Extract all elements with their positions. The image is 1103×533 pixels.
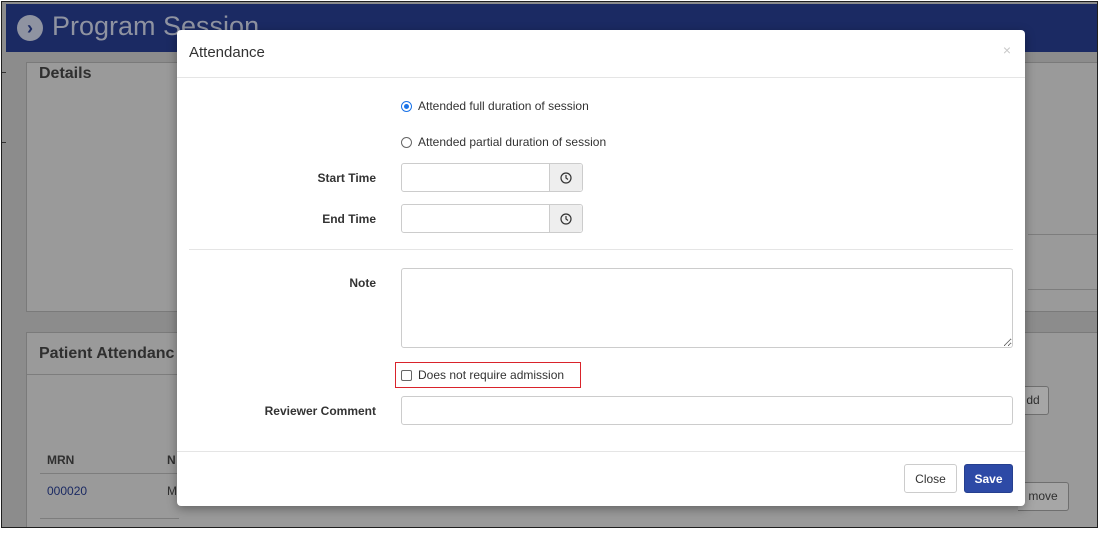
- table-header-line: [40, 473, 179, 474]
- add-button-label: dd: [1026, 393, 1040, 407]
- no-admission-label: Does not require admission: [418, 368, 565, 382]
- save-button[interactable]: Save: [964, 464, 1013, 493]
- details-divider: [1028, 234, 1097, 235]
- radio-attended-partial-label: Attended partial duration of session: [418, 135, 607, 149]
- left-tick-1: [2, 72, 6, 73]
- remove-button-label: move: [1028, 489, 1058, 503]
- end-time-group: [401, 204, 583, 233]
- column-header-name: N: [167, 453, 176, 467]
- close-button[interactable]: Close: [904, 464, 957, 493]
- no-admission-checkbox[interactable]: [401, 369, 412, 381]
- end-time-input[interactable]: [402, 205, 549, 232]
- radio-attended-full[interactable]: Attended full duration of session: [401, 99, 589, 113]
- radio-button-full[interactable]: [401, 100, 412, 112]
- modal-title: Attendance: [189, 44, 265, 61]
- left-tick-2: [2, 142, 6, 143]
- radio-button-partial[interactable]: [401, 136, 412, 148]
- table-row-mrn-link[interactable]: 000020: [47, 484, 87, 498]
- column-header-mrn: MRN: [47, 453, 75, 467]
- start-time-input[interactable]: [402, 164, 549, 191]
- patient-attendance-heading: Patient Attendanc: [39, 345, 175, 362]
- details-heading: Details: [39, 65, 92, 82]
- modal-footer-divider: [177, 451, 1025, 452]
- modal-header: Attendance ×: [177, 30, 1025, 78]
- remove-button[interactable]: move: [1018, 482, 1069, 511]
- no-admission-checkbox-row[interactable]: Does not require admission: [401, 368, 564, 382]
- clock-icon[interactable]: [549, 205, 582, 232]
- radio-attended-partial[interactable]: Attended partial duration of session: [401, 135, 606, 149]
- table-row-name: M: [167, 484, 177, 498]
- chevron-right-circle-icon: ›: [17, 15, 43, 41]
- table-row-line: [40, 518, 179, 519]
- close-icon[interactable]: ×: [1003, 42, 1011, 58]
- reviewer-comment-input[interactable]: [401, 396, 1013, 425]
- end-time-label: End Time: [322, 212, 376, 226]
- attendance-modal: Attendance × Attended full duration of s…: [177, 30, 1025, 506]
- details-divider-2: [1028, 289, 1097, 290]
- attendance-header-line: [27, 374, 179, 375]
- reviewer-comment-label: Reviewer Comment: [264, 404, 376, 418]
- form-divider: [189, 249, 1013, 250]
- note-textarea[interactable]: [401, 268, 1013, 348]
- note-label: Note: [349, 276, 376, 290]
- radio-attended-full-label: Attended full duration of session: [418, 99, 589, 113]
- clock-icon[interactable]: [549, 164, 582, 191]
- start-time-label: Start Time: [317, 171, 376, 185]
- start-time-group: [401, 163, 583, 192]
